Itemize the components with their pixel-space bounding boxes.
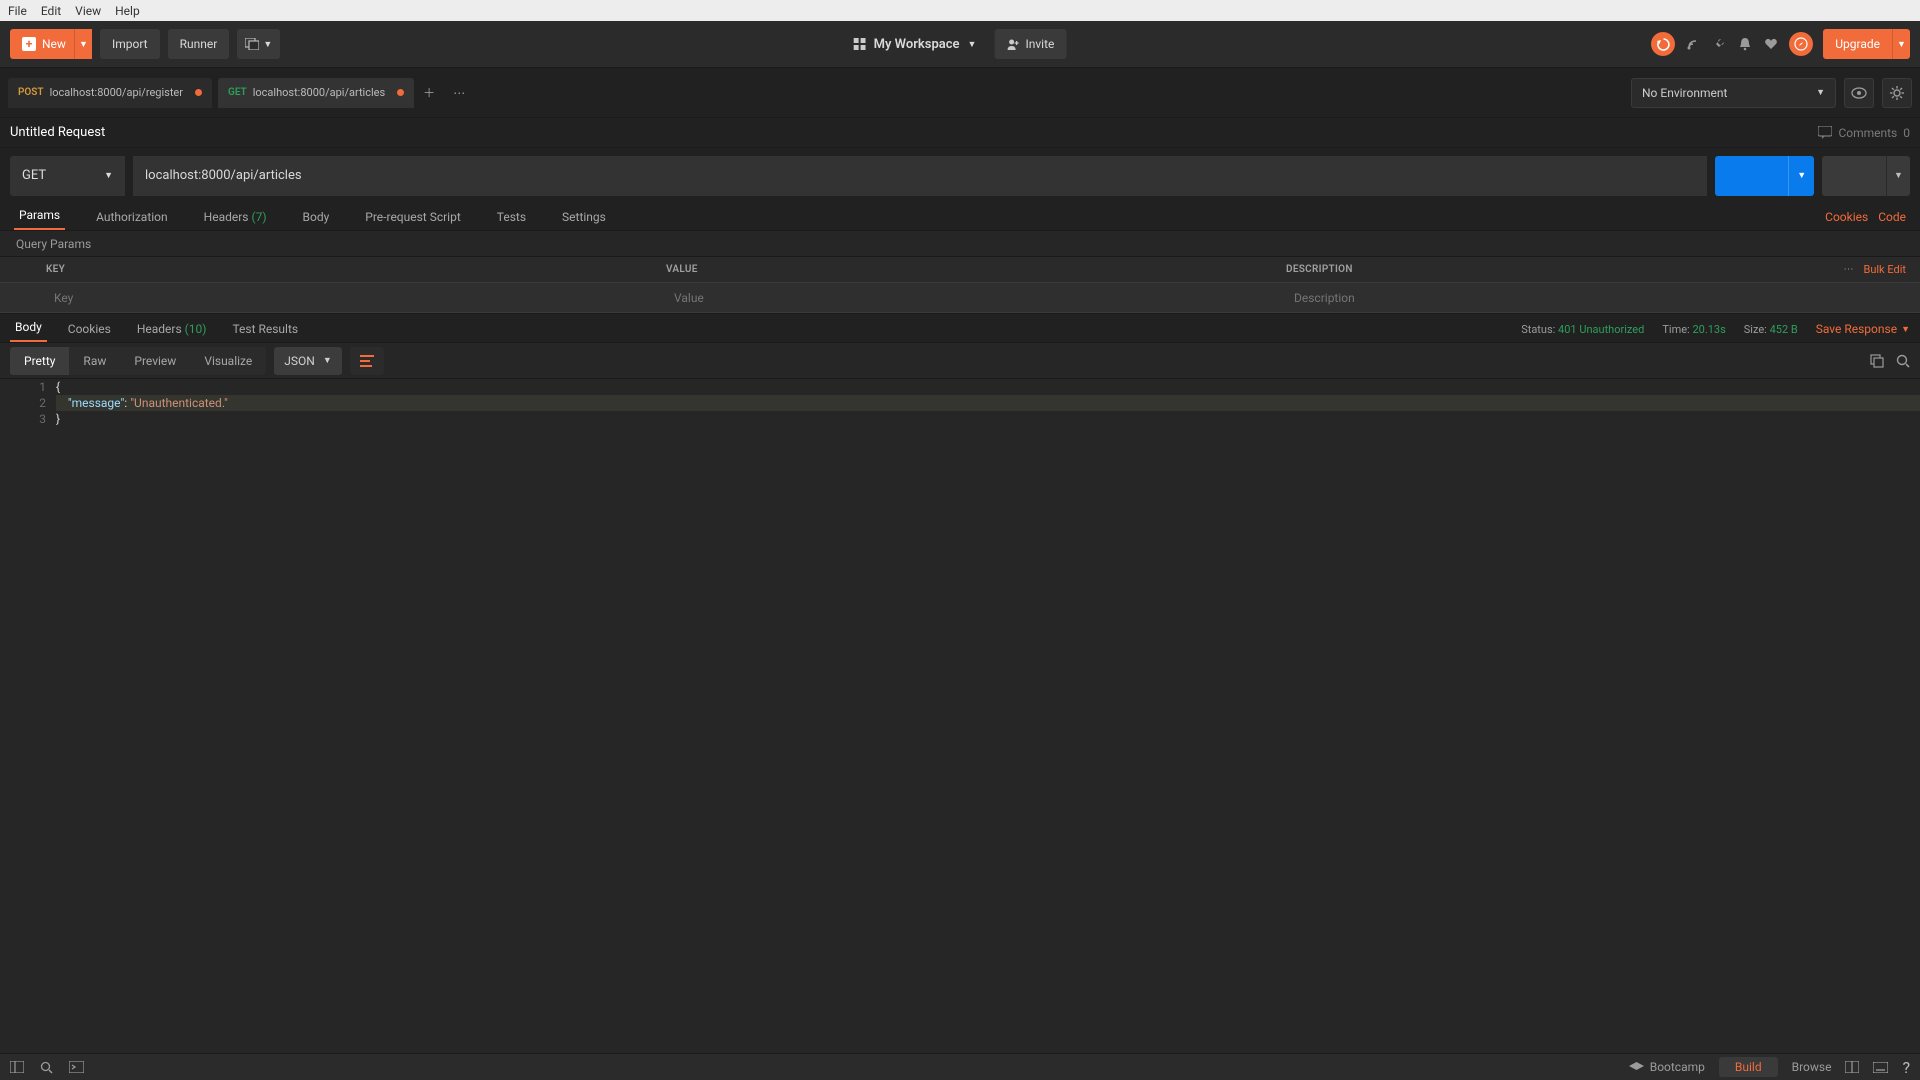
format-label: JSON bbox=[284, 354, 315, 368]
response-tab-tests[interactable]: Test Results bbox=[227, 322, 303, 342]
request-title-bar: Untitled Request Comments 0 bbox=[0, 118, 1920, 148]
cookies-link[interactable]: Cookies bbox=[1825, 210, 1868, 224]
find-icon[interactable] bbox=[40, 1061, 53, 1074]
wrap-icon bbox=[360, 355, 374, 367]
header-toolbar: + New ▼ Import Runner ▼ My Workspace ▼ I… bbox=[0, 21, 1920, 68]
tab-method: POST bbox=[18, 87, 44, 98]
send-button[interactable]: Send ▼ bbox=[1715, 156, 1815, 196]
view-visualize[interactable]: Visualize bbox=[190, 347, 266, 375]
view-raw[interactable]: Raw bbox=[69, 347, 120, 375]
view-preview[interactable]: Preview bbox=[120, 347, 190, 375]
response-tabs: Body Cookies Headers (10) Test Results S… bbox=[0, 313, 1920, 343]
save-button[interactable]: Save ▼ bbox=[1822, 156, 1910, 196]
sync-icon[interactable] bbox=[1651, 32, 1675, 56]
new-button-label: New bbox=[42, 37, 66, 51]
grad-cap-icon bbox=[1629, 1062, 1644, 1073]
console-icon[interactable] bbox=[69, 1061, 84, 1074]
satellite-icon[interactable] bbox=[1685, 36, 1701, 52]
dirty-indicator bbox=[397, 89, 404, 96]
tab-params[interactable]: Params bbox=[14, 208, 65, 230]
tab-label: localhost:8000/api/articles bbox=[253, 86, 385, 99]
keyboard-icon[interactable] bbox=[1873, 1062, 1888, 1073]
tab-more[interactable]: ⋯ bbox=[444, 78, 474, 108]
comments-count: 0 bbox=[1903, 126, 1910, 140]
http-method-select[interactable]: GET ▼ bbox=[10, 156, 125, 196]
params-more[interactable]: ⋯ bbox=[1843, 264, 1853, 275]
tab-strip: POST localhost:8000/api/register GET localh… bbox=[0, 68, 1920, 118]
status-bar: Bootcamp Build Browse ? bbox=[0, 1053, 1920, 1080]
help-icon[interactable]: ? bbox=[1902, 1058, 1910, 1077]
workspace-selector[interactable]: My Workspace ▼ bbox=[854, 37, 977, 52]
response-tab-headers[interactable]: Headers (10) bbox=[132, 322, 212, 342]
request-tab[interactable]: GET localhost:8000/api/articles bbox=[218, 78, 414, 108]
response-body-toolbar: Pretty Raw Preview Visualize JSON ▼ bbox=[0, 343, 1920, 379]
explore-icon[interactable] bbox=[1789, 32, 1813, 56]
query-params-title: Query Params bbox=[0, 231, 1920, 257]
send-dropdown[interactable]: ▼ bbox=[1788, 156, 1814, 196]
tab-headers[interactable]: Headers (7) bbox=[199, 210, 272, 230]
copy-icon[interactable] bbox=[1870, 354, 1884, 368]
tab-add[interactable]: ＋ bbox=[414, 78, 444, 108]
params-table: KEY VALUE DESCRIPTION ⋯ Bulk Edit bbox=[0, 257, 1920, 313]
request-url-input[interactable] bbox=[133, 156, 1707, 196]
status-value: 401 Unauthorized bbox=[1558, 323, 1644, 336]
request-tab[interactable]: POST localhost:8000/api/register bbox=[8, 78, 212, 108]
invite-button[interactable]: Invite bbox=[994, 29, 1066, 59]
import-button[interactable]: Import bbox=[100, 29, 160, 59]
menu-view[interactable]: View bbox=[75, 4, 101, 18]
person-plus-icon bbox=[1006, 38, 1019, 51]
request-url-row: GET ▼ Send ▼ Save ▼ bbox=[0, 148, 1920, 203]
invite-button-label: Invite bbox=[1025, 37, 1054, 51]
size-value: 452 B bbox=[1770, 323, 1798, 336]
browse-pill[interactable]: Browse bbox=[1792, 1060, 1832, 1074]
param-key-input[interactable] bbox=[46, 291, 658, 305]
environment-settings[interactable] bbox=[1882, 78, 1912, 108]
params-col-value: VALUE bbox=[658, 264, 1278, 275]
http-method-label: GET bbox=[22, 168, 46, 183]
bulk-edit-link[interactable]: Bulk Edit bbox=[1863, 263, 1906, 276]
tab-settings[interactable]: Settings bbox=[557, 210, 611, 230]
save-response[interactable]: Save Response ▼ bbox=[1816, 322, 1910, 336]
app-menu-bar: File Edit View Help bbox=[0, 0, 1920, 21]
response-body[interactable]: 1{2 "message": "Unauthenticated."3} bbox=[0, 379, 1920, 1053]
plus-icon: + bbox=[22, 37, 36, 51]
param-desc-input[interactable] bbox=[1286, 291, 1810, 305]
tab-method: GET bbox=[228, 87, 247, 98]
menu-help[interactable]: Help bbox=[115, 4, 140, 18]
build-pill[interactable]: Build bbox=[1719, 1057, 1778, 1077]
menu-edit[interactable]: Edit bbox=[41, 4, 61, 18]
search-icon[interactable] bbox=[1896, 354, 1910, 368]
runner-button[interactable]: Runner bbox=[168, 29, 230, 59]
params-col-key: KEY bbox=[38, 264, 658, 275]
param-value-input[interactable] bbox=[666, 291, 1278, 305]
params-col-description: DESCRIPTION bbox=[1278, 264, 1810, 275]
bootcamp-button[interactable]: Bootcamp bbox=[1629, 1060, 1705, 1074]
upgrade-dropdown[interactable]: ▼ bbox=[1892, 29, 1910, 59]
menu-file[interactable]: File bbox=[8, 4, 27, 18]
response-tab-body[interactable]: Body bbox=[10, 320, 47, 342]
tab-authorization[interactable]: Authorization bbox=[91, 210, 173, 230]
time-value: 20.13s bbox=[1692, 323, 1725, 336]
request-title[interactable]: Untitled Request bbox=[10, 125, 105, 140]
two-pane-icon[interactable] bbox=[1845, 1061, 1859, 1073]
save-dropdown[interactable]: ▼ bbox=[1886, 156, 1910, 196]
tab-body[interactable]: Body bbox=[298, 210, 335, 230]
tab-label: localhost:8000/api/register bbox=[50, 86, 183, 99]
code-link[interactable]: Code bbox=[1878, 210, 1906, 224]
new-dropdown[interactable]: ▼ bbox=[74, 29, 92, 59]
wrap-lines-button[interactable] bbox=[350, 347, 384, 375]
capture-button[interactable]: ▼ bbox=[237, 29, 280, 59]
grid-icon bbox=[854, 38, 866, 50]
tab-prerequest[interactable]: Pre-request Script bbox=[360, 210, 465, 230]
format-select[interactable]: JSON ▼ bbox=[274, 347, 341, 375]
response-tab-cookies[interactable]: Cookies bbox=[63, 322, 116, 342]
workspace-label: My Workspace bbox=[874, 37, 960, 52]
sidebar-toggle-icon[interactable] bbox=[10, 1061, 24, 1074]
dirty-indicator bbox=[195, 89, 202, 96]
new-button[interactable]: + New ▼ bbox=[10, 29, 92, 59]
tab-tests[interactable]: Tests bbox=[492, 210, 531, 230]
view-pretty[interactable]: Pretty bbox=[10, 347, 69, 375]
request-subtabs: Params Authorization Headers (7) Body Pr… bbox=[0, 203, 1920, 231]
window-icon bbox=[245, 38, 259, 50]
